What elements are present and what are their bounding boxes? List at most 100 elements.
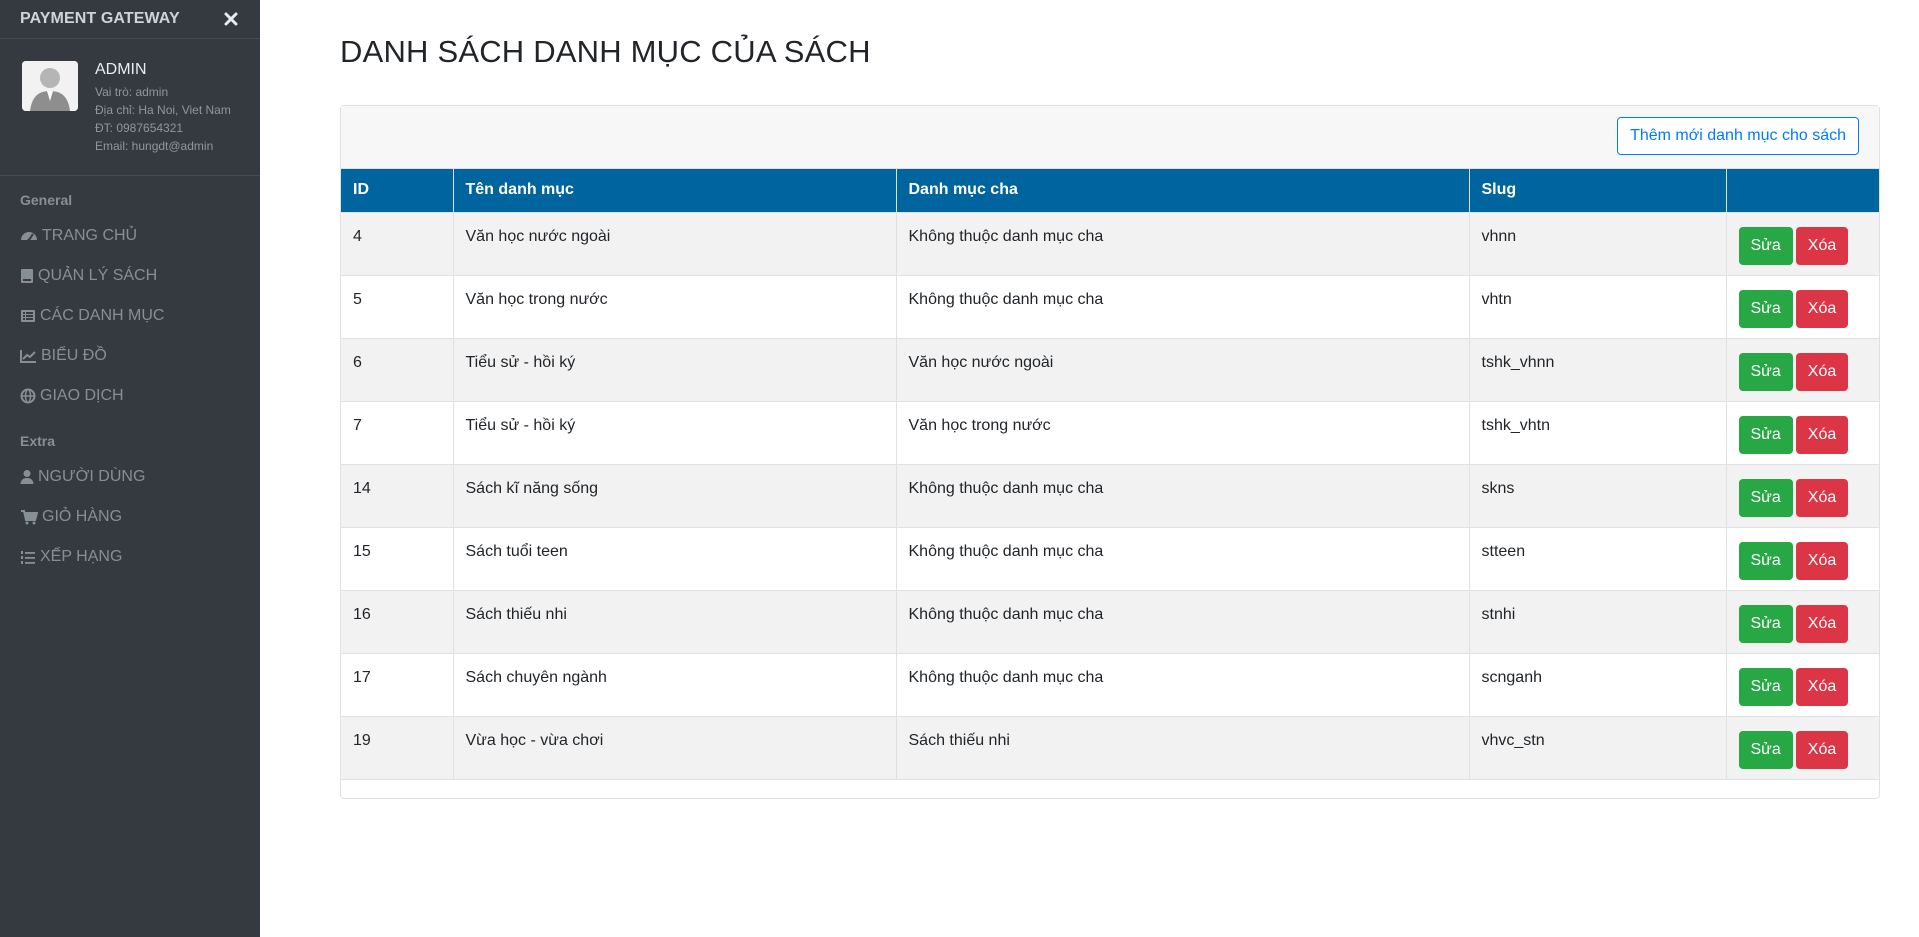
close-icon[interactable] [220,8,242,30]
cell-name: Sách kĩ năng sống [453,463,897,527]
brand-title: PAYMENT GATEWAY [20,10,180,27]
cell-name: Sách chuyên ngành [453,652,897,716]
profile-role: Vai trò: admin [95,85,169,99]
delete-button[interactable]: Xóa [1795,667,1849,706]
cell-slug: vhvc_stn [1469,715,1727,780]
nav-item-bieu-do[interactable]: BIỂU ĐỒ [20,345,107,367]
column-header-actions [1726,169,1879,212]
delete-button[interactable]: Xóa [1795,226,1849,265]
nav-item-trang-chu[interactable]: TRANG CHỦ [20,225,137,247]
nav-item-quan-ly-sach[interactable]: QUẢN LÝ SÁCH [20,265,157,287]
edit-button[interactable]: Sửa [1738,730,1793,769]
cell-parent: Văn học nước ngoài [896,337,1470,401]
column-header-name: Tên danh mục [453,169,897,212]
delete-button[interactable]: Xóa [1795,478,1849,517]
cell-slug: stnhi [1469,589,1727,653]
nav-item-cac-danh-muc[interactable]: CÁC DANH MỤC [20,305,164,327]
cell-parent: Sách thiếu nhi [896,715,1470,780]
category-card: Thêm mới danh mục cho sách ID Tên danh m… [340,105,1880,799]
column-header-id: ID [341,169,454,212]
section-general: General [20,192,73,208]
profile-info: ADMIN Vai trò: admin Địa chỉ: Ha Noi, Vi… [95,61,231,155]
edit-button[interactable]: Sửa [1738,478,1793,517]
cell-slug: skns [1469,463,1727,527]
line-chart-icon [20,350,36,363]
edit-button[interactable]: Sửa [1738,226,1793,265]
section-extra: Extra [20,433,56,449]
nav-item-giao-dich[interactable]: GIAO DỊCH [20,385,124,407]
delete-button[interactable]: Xóa [1795,604,1849,643]
cell-actions: Sửa Xóa [1726,211,1879,275]
avatar [22,61,78,111]
nav-item-label: BIỂU ĐỒ [41,347,107,364]
sidebar-brand: PAYMENT GATEWAY [0,0,260,39]
profile-address: Địa chỉ: Ha Noi, Viet Nam [95,103,231,117]
cell-id: 17 [341,652,454,716]
column-header-parent: Danh mục cha [896,169,1470,212]
table-row: 5 Văn học trong nước Không thuộc danh mục … [341,274,1879,338]
add-category-button[interactable]: Thêm mới danh mục cho sách [1617,117,1859,155]
cell-actions: Sửa Xóa [1726,526,1879,590]
cell-actions: Sửa Xóa [1726,652,1879,716]
nav-item-label: GIAO DỊCH [40,387,124,404]
nav-item-gio-hang[interactable]: GIỎ HÀNG [20,506,122,528]
column-header-slug: Slug [1469,169,1727,212]
cell-slug: scnganh [1469,652,1727,716]
cell-id: 6 [341,337,454,401]
edit-button[interactable]: Sửa [1738,541,1793,580]
delete-button[interactable]: Xóa [1795,289,1849,328]
dashboard-icon [21,232,37,242]
card-header: Thêm mới danh mục cho sách [341,106,1879,169]
edit-button[interactable]: Sửa [1738,604,1793,643]
table-row: 17 Sách chuyên ngành Không thuộc danh mục … [341,652,1879,716]
category-table: ID Tên danh mục Danh mục cha Slug 4 Văn h… [341,169,1879,780]
list-ol-icon [21,551,35,564]
edit-button[interactable]: Sửa [1738,289,1793,328]
table-row: 7 Tiểu sử - hồi ký Văn học trong nước tshk_… [341,400,1879,464]
nav-item-label: GIỎ HÀNG [42,508,123,525]
cart-icon [21,510,38,525]
profile-phone: ĐT: 0987654321 [95,121,184,135]
cell-id: 16 [341,589,454,653]
cell-slug: tshk_vhtn [1469,400,1727,464]
cell-parent: Không thuộc danh mục cha [896,274,1470,338]
cell-parent: Không thuộc danh mục cha [896,211,1470,275]
nav-item-nguoi-dung[interactable]: NGƯỜI DÙNG [20,466,145,488]
table-row: 4 Văn học nước ngoài Không thuộc danh mục … [341,211,1879,275]
profile-email: Email: hungdt@admin [95,139,214,153]
user-profile: ADMIN Vai trò: admin Địa chỉ: Ha Noi, Vi… [0,39,260,176]
delete-button[interactable]: Xóa [1795,541,1849,580]
delete-button[interactable]: Xóa [1795,352,1849,391]
cell-name: Văn học trong nước [453,274,897,338]
cell-actions: Sửa Xóa [1726,337,1879,401]
table-row: 14 Sách kĩ năng sống Không thuộc danh mục … [341,463,1879,527]
cell-id: 4 [341,211,454,275]
cell-id: 15 [341,526,454,590]
globe-icon [20,388,36,404]
cell-name: Vừa học - vừa chơi [453,715,897,780]
cell-slug: vhtn [1469,274,1727,338]
cell-actions: Sửa Xóa [1726,400,1879,464]
cell-id: 14 [341,463,454,527]
table-row: 16 Sách thiếu nhi Không thuộc danh mục cha… [341,589,1879,653]
delete-button[interactable]: Xóa [1795,730,1849,769]
cell-actions: Sửa Xóa [1726,589,1879,653]
table-row: 15 Sách tuổi teen Không thuộc danh mục cha… [341,526,1879,590]
edit-button[interactable]: Sửa [1738,667,1793,706]
book-icon [21,269,33,283]
cell-parent: Không thuộc danh mục cha [896,526,1470,590]
nav-item-xep-hang[interactable]: XẾP HẠNG [20,546,122,568]
table-header-row: ID Tên danh mục Danh mục cha Slug [341,169,1879,212]
cell-slug: stteen [1469,526,1727,590]
nav-item-label: NGƯỜI DÙNG [38,468,146,485]
edit-button[interactable]: Sửa [1738,415,1793,454]
page-title: DANH SÁCH DANH MỤC CỦA SÁCH [340,34,871,69]
cell-actions: Sửa Xóa [1726,463,1879,527]
cell-actions: Sửa Xóa [1726,715,1879,780]
cell-parent: Không thuộc danh mục cha [896,589,1470,653]
delete-button[interactable]: Xóa [1795,415,1849,454]
profile-name: ADMIN [95,61,147,78]
cell-parent: Không thuộc danh mục cha [896,463,1470,527]
edit-button[interactable]: Sửa [1738,352,1793,391]
cell-slug: tshk_vhnn [1469,337,1727,401]
